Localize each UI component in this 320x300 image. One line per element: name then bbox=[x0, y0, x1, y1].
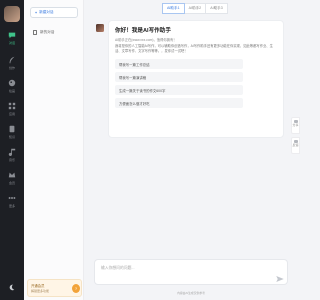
new-chat-button[interactable]: + 新建对话 bbox=[30, 7, 78, 18]
send-icon[interactable] bbox=[276, 276, 284, 282]
right-toolbar: 分享 反馈 bbox=[291, 117, 300, 157]
nav-item-create[interactable]: 创作 bbox=[0, 55, 24, 75]
nav-item-member[interactable]: 会员 bbox=[0, 170, 24, 190]
nav-item-more[interactable]: 更多 bbox=[0, 193, 24, 213]
history-item[interactable]: 新的对话 bbox=[30, 27, 78, 37]
document-icon bbox=[33, 29, 37, 35]
crown-icon bbox=[8, 172, 16, 178]
input-placeholder: 输入你想问的问题... bbox=[101, 266, 135, 270]
nav-item-chat[interactable]: 对话 bbox=[0, 30, 24, 50]
feather-pen-icon bbox=[9, 56, 15, 64]
footer-note: 内容由AI生成仅供参考 bbox=[177, 291, 205, 295]
nav-item-music[interactable]: 音乐 bbox=[0, 147, 24, 167]
history-item-label: 新的对话 bbox=[40, 29, 55, 34]
new-chat-label: 新建对话 bbox=[39, 10, 54, 14]
suggestion-item[interactable]: 方便面怎么做才好吃 bbox=[115, 98, 243, 108]
tab-assistant-2[interactable]: AI助手2 bbox=[183, 3, 207, 14]
feedback-label: 反馈 bbox=[292, 143, 299, 147]
chat-bubble-icon bbox=[8, 32, 16, 39]
welcome-description: 我将是你的人工智能AI写作，可以辅助你创造写作，AI写作助手还有更多功能在你实现… bbox=[115, 44, 273, 53]
plus-icon: + bbox=[35, 10, 38, 15]
welcome-message: 你好！我是AI写作助手 AI助手正在(www.xxx.com)，值得你拥有！ 我… bbox=[108, 20, 284, 138]
nav-item-knowledge[interactable]: 知识 bbox=[0, 124, 24, 144]
share-label: 分享 bbox=[292, 123, 299, 127]
nav-label: 会员 bbox=[8, 181, 15, 185]
suggestion-item[interactable]: 生成一篇关于读书的作文600字 bbox=[115, 85, 243, 95]
nav-label: 更多 bbox=[8, 204, 15, 208]
nav-item-paint[interactable]: 绘画 bbox=[0, 78, 24, 98]
tab-assistant-3[interactable]: AI助手3 bbox=[205, 3, 228, 14]
assistant-tabs: AI助手1 AI助手2 AI助手3 bbox=[162, 3, 228, 14]
avatar bbox=[96, 24, 104, 32]
apps-grid-icon bbox=[8, 102, 16, 110]
help-badge-icon[interactable]: ? bbox=[72, 284, 80, 293]
message-input[interactable]: 输入你想问的问题... bbox=[94, 259, 288, 285]
welcome-title: 你好！我是AI写作助手 bbox=[115, 28, 171, 34]
nav-label: 应用 bbox=[8, 112, 15, 116]
moon-icon[interactable] bbox=[8, 284, 15, 291]
nav-item-apps[interactable]: 应用 bbox=[0, 101, 24, 121]
nav-label: 创作 bbox=[8, 66, 15, 70]
nav-rail: 对话 创作 绘画 应用 知识 音乐 会员 更多 bbox=[0, 0, 24, 300]
tab-assistant-1[interactable]: AI助手1 bbox=[162, 3, 185, 14]
welcome-url: AI助手正在(www.xxx.com)，值得你拥有！ bbox=[115, 38, 177, 42]
sidebar: + 新建对话 新的对话 bbox=[24, 0, 84, 300]
nav-label: 知识 bbox=[8, 135, 15, 139]
book-icon bbox=[9, 125, 15, 133]
suggestion-item[interactable]: 帮我写一篇工作总结 bbox=[115, 59, 243, 69]
music-note-icon bbox=[8, 148, 16, 156]
nav-label: 对话 bbox=[8, 41, 15, 45]
suggestion-item[interactable]: 帮我写一篇演讲稿 bbox=[115, 72, 243, 82]
grid-more-icon bbox=[8, 197, 16, 199]
nav-label: 音乐 bbox=[8, 158, 15, 162]
member-promo[interactable]: 开通会员 解锁更多功能 ? bbox=[27, 279, 82, 297]
app-logo[interactable] bbox=[4, 6, 20, 22]
palette-icon bbox=[8, 79, 16, 87]
feedback-button[interactable]: 反馈 bbox=[291, 137, 300, 154]
member-promo-title: 开通会员 bbox=[31, 284, 45, 288]
nav-label: 绘画 bbox=[8, 89, 15, 93]
share-button[interactable]: 分享 bbox=[291, 117, 300, 134]
member-promo-subtitle: 解锁更多功能 bbox=[31, 289, 50, 293]
